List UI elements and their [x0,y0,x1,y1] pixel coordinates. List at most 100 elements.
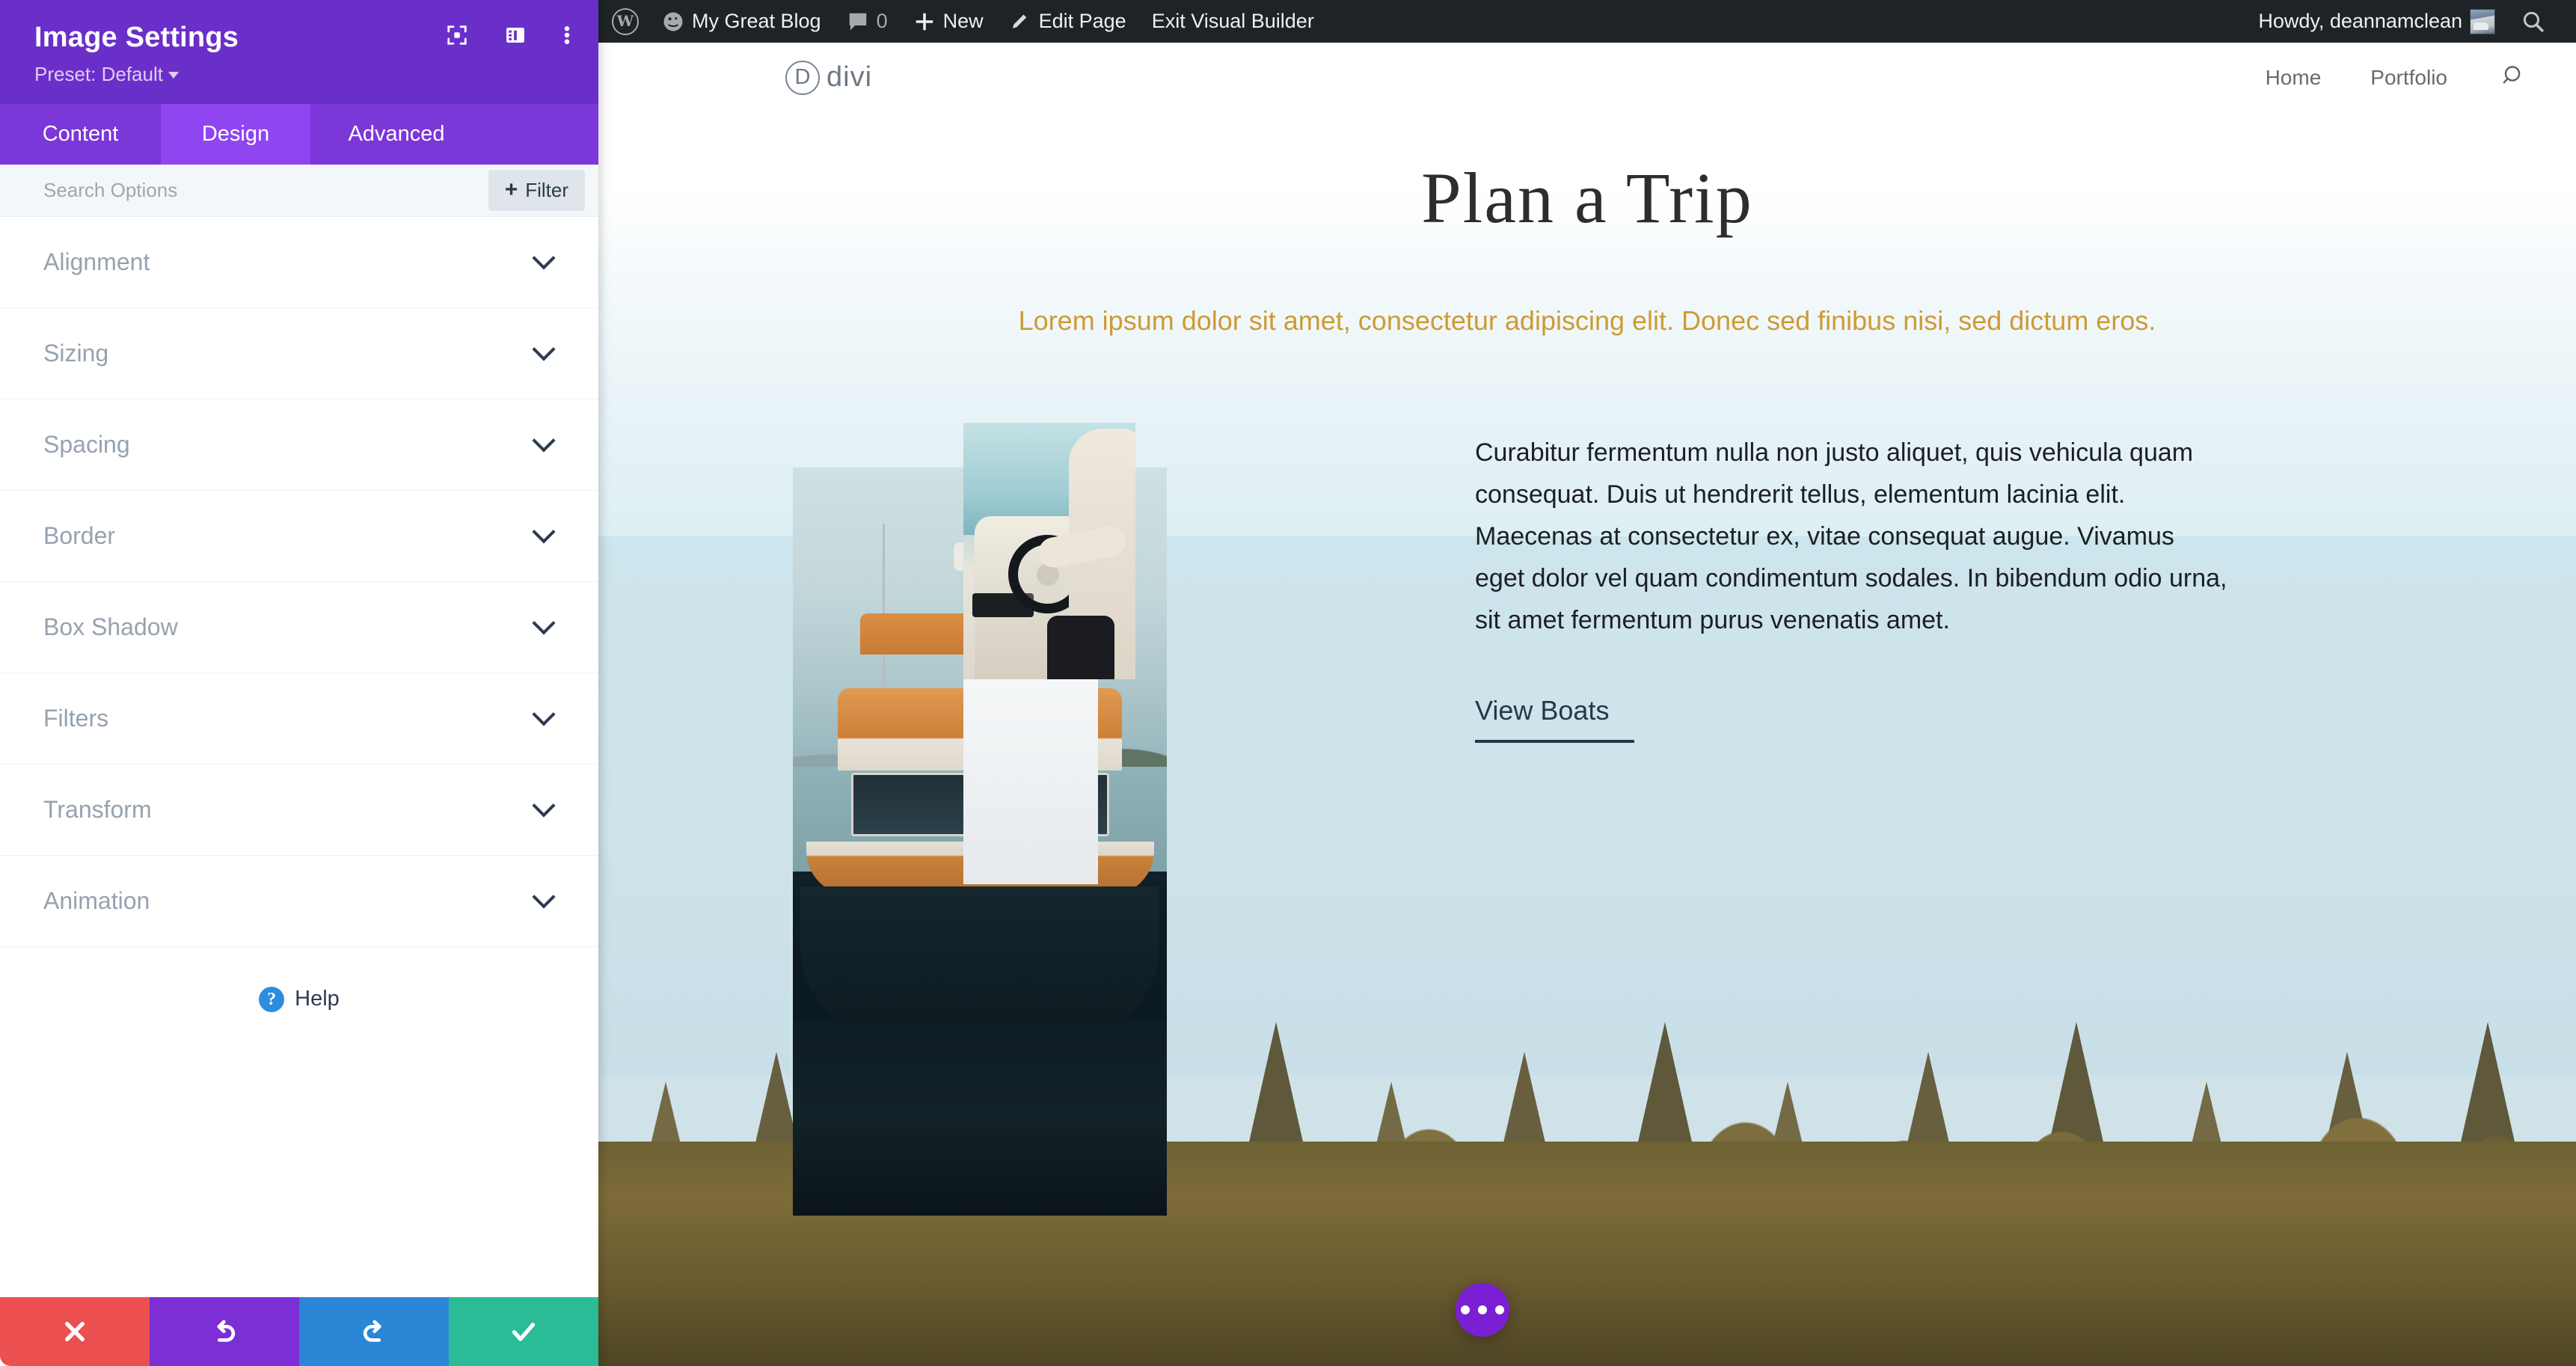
chevron-down-icon [532,794,556,818]
new-label: New [942,10,984,32]
text-column: Curabitur fermentum nulla non justo aliq… [1475,432,2230,744]
option-filters[interactable]: Filters [0,673,598,765]
chevron-down-icon [532,246,556,270]
nav-item-portfolio[interactable]: Portfolio [2370,66,2447,90]
chevron-down-icon [532,885,556,909]
site-viewport: D divi Home Portfolio Plan a Trip Lorem … [598,43,2576,1366]
divi-logo-text: divi [827,61,873,93]
panel-tabs: Content Design Advanced [0,103,598,165]
option-label: Transform [43,795,152,823]
wordpress-logo-button[interactable] [606,0,649,43]
admin-bar-edit-page[interactable]: Edit Page [996,0,1139,43]
boat-hull [800,886,1159,1036]
admin-bar-account[interactable]: Howdy, deannamclean [2245,0,2508,43]
image-settings-panel: Image Settings Preset: Default Content D… [0,0,598,1366]
site-header: D divi Home Portfolio [598,43,2576,112]
wordpress-logo-icon [612,7,639,35]
panel-layout-icon [506,28,524,43]
preset-selector[interactable]: Preset: Default [34,63,573,86]
divi-logo-mark-icon: D [785,60,820,95]
chevron-down-icon [532,337,556,361]
more-options-button[interactable] [562,24,571,50]
chevron-down-icon [532,702,556,726]
chevron-down-icon [532,429,556,453]
help-button[interactable]: ? Help [0,947,598,1052]
search-icon [2523,11,2544,32]
option-label: Alignment [43,248,150,275]
dock-photo[interactable] [963,679,1098,884]
close-x-icon [65,1322,85,1341]
more-horizontal-icon [1461,1305,1470,1314]
comment-bubble-icon [849,13,866,30]
view-boats-label: View Boats [1475,695,1610,726]
page-subtitle: Lorem ipsum dolor sit amet, consectetur … [1018,305,2156,336]
admin-bar-comments[interactable]: 0 [834,0,901,43]
chevron-down-icon [532,611,556,635]
site-nav: Home Portfolio [2266,63,2527,92]
admin-bar-search-button[interactable] [2508,0,2558,43]
option-label: Sizing [43,339,109,367]
nav-search-button[interactable] [2501,63,2527,92]
nav-item-home[interactable]: Home [2266,66,2322,90]
view-boats-underline [1475,740,1634,744]
plus-icon [916,13,933,30]
builder-fab-button[interactable] [1456,1283,1509,1337]
option-label: Border [43,521,116,549]
focus-target-button[interactable] [446,24,468,50]
undo-arrow-icon [217,1320,236,1342]
focus-target-icon [447,25,467,45]
help-label: Help [295,987,340,1011]
chevron-down-icon [168,72,179,79]
admin-bar-site-name[interactable]: My Great Blog [649,0,834,43]
option-box-shadow[interactable]: Box Shadow [0,582,598,673]
option-spacing[interactable]: Spacing [0,399,598,491]
tab-content[interactable]: Content [0,104,161,165]
option-sizing[interactable]: Sizing [0,308,598,399]
person-at-boat-helm-photo[interactable] [963,423,1135,679]
option-animation[interactable]: Animation [0,856,598,947]
option-label: Filters [43,704,109,732]
search-input[interactable] [43,178,488,202]
exit-builder-label: Exit Visual Builder [1151,10,1314,32]
option-label: Spacing [43,430,130,458]
search-icon [2503,66,2521,84]
more-horizontal-icon-dot [1478,1305,1487,1314]
greeting-label: Howdy, deannamclean [2258,10,2462,32]
more-vertical-icon [564,26,570,44]
panel-header: Image Settings Preset: Default [0,0,598,104]
option-alignment[interactable]: Alignment [0,217,598,308]
admin-bar-exit-visual-builder[interactable]: Exit Visual Builder [1139,0,1327,43]
option-border[interactable]: Border [0,491,598,582]
panel-layout-button[interactable] [504,24,527,50]
boat-water-reflection [793,1021,1167,1216]
panel-action-bar [0,1297,598,1366]
design-options-list: Alignment Sizing Spacing Border Box Shad… [0,217,598,1297]
option-transform[interactable]: Transform [0,765,598,856]
redo-arrow-icon [363,1320,381,1342]
dashboard-gauge-icon [663,12,683,31]
comments-count: 0 [876,10,888,32]
admin-bar-new-button[interactable]: New [901,0,996,43]
site-logo[interactable]: D divi [785,60,873,95]
redo-button[interactable] [299,1297,449,1366]
view-boats-link[interactable]: View Boats [1475,695,1634,744]
pencil-icon [1012,13,1027,28]
edit-page-label: Edit Page [1038,10,1126,32]
filter-label: Filter [525,178,568,201]
search-options-bar: + Filter [0,164,598,217]
chevron-down-icon [532,520,556,544]
check-icon [512,1323,536,1341]
filter-button[interactable]: + Filter [488,169,585,211]
panel-header-icons [446,24,571,50]
question-mark-icon: ? [259,986,285,1012]
option-label: Animation [43,886,150,914]
save-button[interactable] [449,1297,598,1366]
undo-button[interactable] [150,1297,299,1366]
tab-design[interactable]: Design [161,103,310,165]
body-paragraph: Curabitur fermentum nulla non justo aliq… [1475,438,2227,635]
wp-admin-bar: My Great Blog 0 New Edit Page Exit Visua… [598,0,2576,43]
tab-advanced[interactable]: Advanced [310,104,482,165]
discard-button[interactable] [0,1297,150,1366]
avatar [2470,8,2495,34]
more-horizontal-icon-dot [1495,1305,1504,1314]
